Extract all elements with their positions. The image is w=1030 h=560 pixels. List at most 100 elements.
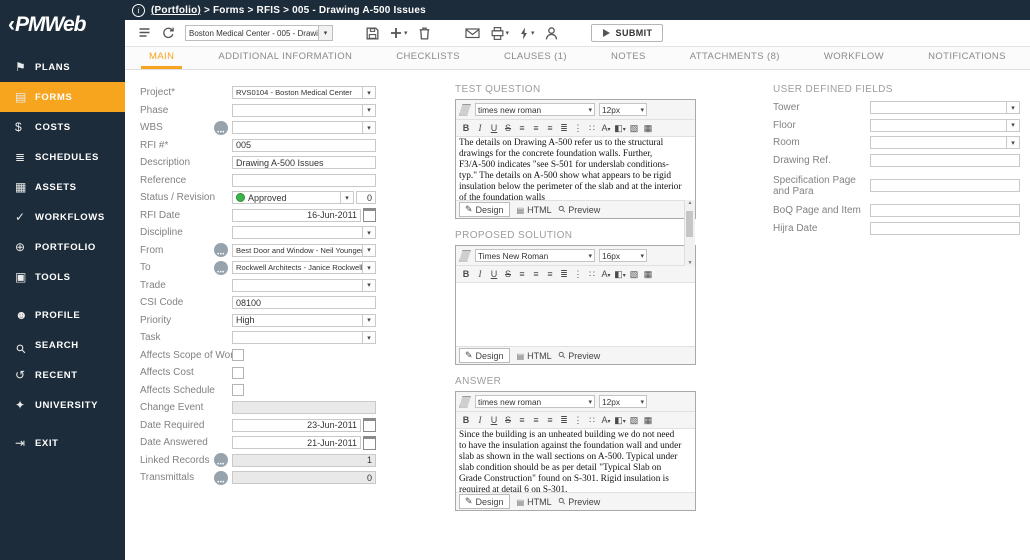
- clear-format-icon[interactable]: [459, 250, 471, 262]
- font-color-icon[interactable]: A▾: [599, 123, 613, 133]
- bold-icon[interactable]: B: [459, 415, 473, 425]
- scrollbar[interactable]: ▲▼: [684, 200, 695, 266]
- ordered-list-icon[interactable]: ⋮: [571, 269, 585, 280]
- records-list-icon[interactable]: [137, 26, 152, 40]
- highlight-color-icon[interactable]: ◧▾: [613, 269, 627, 280]
- chevron-down-icon[interactable]: [1007, 136, 1020, 149]
- align-left-icon[interactable]: ≡: [515, 269, 529, 279]
- calendar-icon[interactable]: [363, 436, 376, 450]
- tab-attachments[interactable]: ATTACHMENTS (8): [682, 47, 788, 69]
- sidebar-item-schedules[interactable]: ≣SCHEDULES: [0, 142, 125, 172]
- bullet-list-icon[interactable]: ∷: [585, 415, 599, 426]
- bullet-list-icon[interactable]: ∷: [585, 123, 599, 134]
- highlight-color-icon[interactable]: ◧▾: [613, 123, 627, 134]
- bullet-list-icon[interactable]: ∷: [585, 269, 599, 280]
- affects-schedule-checkbox[interactable]: [232, 384, 244, 396]
- calendar-icon[interactable]: [363, 418, 376, 432]
- tower-select[interactable]: [870, 101, 1007, 114]
- sidebar-item-costs[interactable]: $COSTS: [0, 112, 125, 142]
- discipline-select[interactable]: [232, 226, 363, 239]
- chevron-down-icon[interactable]: ▾: [404, 29, 408, 37]
- align-right-icon[interactable]: ≡: [543, 123, 557, 133]
- description-input[interactable]: Drawing A-500 Issues: [232, 156, 376, 169]
- font-family-select[interactable]: times new roman▾: [475, 103, 595, 116]
- chevron-down-icon[interactable]: [363, 261, 376, 274]
- insert-table-icon[interactable]: ▦: [641, 269, 655, 280]
- sidebar-item-tools[interactable]: ▣TOOLS: [0, 262, 125, 292]
- html-mode-button[interactable]: HTML: [517, 205, 552, 215]
- status-select[interactable]: Approved: [232, 191, 341, 204]
- info-icon[interactable]: i: [132, 4, 145, 17]
- strikethrough-icon[interactable]: S: [501, 269, 515, 279]
- task-select[interactable]: [232, 331, 363, 344]
- font-color-icon[interactable]: A▾: [599, 269, 613, 279]
- breadcrumb-portfolio-link[interactable]: (Portfolio): [151, 5, 201, 16]
- tab-notes[interactable]: NOTES: [603, 47, 654, 69]
- sidebar-item-university[interactable]: ✦UNIVERSITY: [0, 390, 125, 420]
- date-required-input[interactable]: 23-Jun-2011: [232, 419, 361, 432]
- floor-select[interactable]: [870, 119, 1007, 132]
- ordered-list-icon[interactable]: ⋮: [571, 415, 585, 426]
- sidebar-item-exit[interactable]: ⇥EXIT: [0, 428, 125, 458]
- revision-input[interactable]: 0: [356, 191, 376, 204]
- underline-icon[interactable]: U: [487, 415, 501, 425]
- preview-mode-button[interactable]: Preview: [559, 496, 601, 507]
- rfi-number-input[interactable]: 005: [232, 139, 376, 152]
- date-answered-input[interactable]: 21-Jun-2011: [232, 436, 361, 449]
- print-icon[interactable]: ▾: [490, 26, 510, 41]
- pmweb-logo[interactable]: PMWeb: [0, 0, 125, 50]
- font-size-select[interactable]: 12px▾: [599, 395, 647, 408]
- italic-icon[interactable]: I: [473, 123, 487, 133]
- record-selector[interactable]: Boston Medical Center - 005 - Drawi ▾: [185, 25, 333, 41]
- design-mode-button[interactable]: Design: [459, 494, 510, 509]
- sidebar-item-plans[interactable]: ⚑PLANS: [0, 52, 125, 82]
- justify-icon[interactable]: ≣: [557, 123, 571, 134]
- insert-table-icon[interactable]: ▦: [641, 123, 655, 134]
- trade-select[interactable]: [232, 279, 363, 292]
- history-icon[interactable]: [161, 26, 176, 40]
- priority-select[interactable]: High: [232, 314, 363, 327]
- align-center-icon[interactable]: ≡: [529, 415, 543, 425]
- delete-icon[interactable]: [417, 26, 432, 41]
- hijra-date-input[interactable]: [870, 222, 1020, 235]
- insert-image-icon[interactable]: ▧: [627, 415, 641, 426]
- question-text[interactable]: The details on Drawing A-500 refer us to…: [456, 137, 695, 200]
- wbs-lookup-button[interactable]: [214, 121, 228, 135]
- chevron-down-icon[interactable]: ▾: [531, 29, 535, 37]
- affects-cost-checkbox[interactable]: [232, 367, 244, 379]
- clear-format-icon[interactable]: [459, 104, 471, 116]
- sidebar-item-profile[interactable]: ☻PROFILE: [0, 300, 125, 330]
- specification-page-input[interactable]: [870, 179, 1020, 192]
- tab-checklists[interactable]: CHECKLISTS: [388, 47, 468, 69]
- save-icon[interactable]: [365, 26, 380, 41]
- align-center-icon[interactable]: ≡: [529, 269, 543, 279]
- phase-select[interactable]: [232, 104, 363, 117]
- insert-image-icon[interactable]: ▧: [627, 123, 641, 134]
- tab-notifications[interactable]: NOTIFICATIONS: [920, 47, 1014, 69]
- chevron-down-icon[interactable]: [363, 279, 376, 292]
- underline-icon[interactable]: U: [487, 123, 501, 133]
- mail-icon[interactable]: [464, 26, 481, 40]
- design-mode-button[interactable]: Design: [459, 202, 510, 217]
- chevron-down-icon[interactable]: [1007, 101, 1020, 114]
- italic-icon[interactable]: I: [473, 415, 487, 425]
- bold-icon[interactable]: B: [459, 123, 473, 133]
- chevron-down-icon[interactable]: [363, 244, 376, 257]
- chevron-down-icon[interactable]: ▾: [506, 29, 510, 37]
- align-left-icon[interactable]: ≡: [515, 415, 529, 425]
- font-size-select[interactable]: 16px▾: [599, 249, 647, 262]
- chevron-down-icon[interactable]: [363, 121, 376, 134]
- insert-image-icon[interactable]: ▧: [627, 269, 641, 280]
- from-select[interactable]: Best Door and Window - Neil Youngers: [232, 244, 363, 257]
- font-color-icon[interactable]: A▾: [599, 415, 613, 425]
- chevron-down-icon[interactable]: [363, 331, 376, 344]
- sidebar-item-workflows[interactable]: ✓WORKFLOWS: [0, 202, 125, 232]
- font-family-select[interactable]: times new roman▾: [475, 395, 595, 408]
- align-left-icon[interactable]: ≡: [515, 123, 529, 133]
- sidebar-item-search[interactable]: ⚲SEARCH: [0, 330, 125, 360]
- preview-mode-button[interactable]: Preview: [559, 204, 601, 215]
- room-select[interactable]: [870, 136, 1007, 149]
- calendar-icon[interactable]: [363, 208, 376, 222]
- chevron-down-icon[interactable]: [363, 314, 376, 327]
- ordered-list-icon[interactable]: ⋮: [571, 123, 585, 134]
